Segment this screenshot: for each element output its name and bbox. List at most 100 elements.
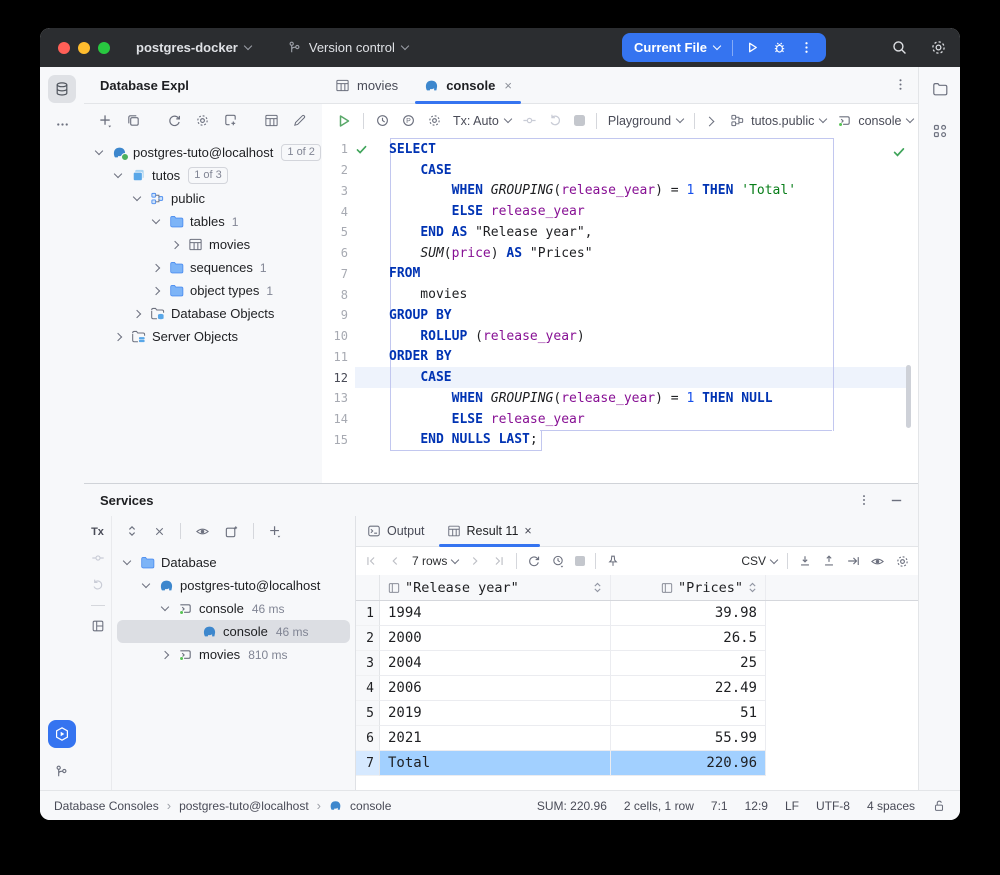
code-line-8[interactable]: 8 movies: [322, 284, 918, 305]
tree-item-console[interactable]: console46 ms: [112, 597, 355, 620]
cell[interactable]: 51: [611, 701, 766, 726]
commit-icon[interactable]: [91, 551, 105, 565]
code-line-11[interactable]: 11ORDER BY: [322, 347, 918, 368]
tree-item-postgres-tuto-localhost[interactable]: postgres-tuto@localhost: [112, 574, 355, 597]
table-row-7[interactable]: 7Total220.96: [356, 751, 918, 776]
tab-result-11[interactable]: Result 11 ×: [436, 516, 543, 546]
chevron-down-icon[interactable]: [120, 561, 134, 564]
more-tool-windows-icon[interactable]: [40, 117, 84, 132]
services-tool-window-button[interactable]: [48, 720, 76, 748]
cell[interactable]: 2004: [380, 651, 611, 676]
cell[interactable]: 22.49: [611, 676, 766, 701]
breadcrumb-item[interactable]: postgres-tuto@localhost: [179, 799, 309, 813]
breadcrumb-item[interactable]: console: [350, 799, 391, 813]
cell[interactable]: 2000: [380, 626, 611, 651]
code-line-12[interactable]: 12 CASE: [322, 367, 918, 388]
pin-tab-icon[interactable]: [606, 554, 620, 568]
line-number[interactable]: 3: [322, 184, 348, 198]
tree-item-server-objects[interactable]: Server Objects: [84, 325, 322, 348]
row-number[interactable]: 3: [356, 651, 380, 676]
column-header-release-year[interactable]: "Release year": [380, 575, 611, 600]
compare-with-icon[interactable]: [846, 554, 860, 568]
row-number[interactable]: 6: [356, 726, 380, 751]
maximize-window-button[interactable]: [98, 42, 110, 54]
rollback-icon[interactable]: [548, 113, 563, 128]
code-line-4[interactable]: 4 ELSE release_year: [322, 201, 918, 222]
code-line-6[interactable]: 6 SUM(price) AS "Prices": [322, 243, 918, 264]
chevron-down-icon[interactable]: [158, 607, 172, 610]
row-header-corner[interactable]: [356, 575, 380, 600]
line-number[interactable]: 12: [322, 371, 348, 385]
code-line-3[interactable]: 3 WHEN GROUPING(release_year) = 1 THEN '…: [322, 181, 918, 202]
tab-console[interactable]: console ×: [411, 67, 525, 103]
history-clock-icon[interactable]: [375, 113, 390, 128]
table-row-6[interactable]: 6202155.99: [356, 726, 918, 751]
sql-editor[interactable]: 1SELECT2 CASE3 WHEN GROUPING(release_yea…: [322, 137, 918, 486]
close-window-button[interactable]: [58, 42, 70, 54]
chevron-right-icon[interactable]: [111, 334, 125, 340]
split-layout-icon[interactable]: [91, 619, 105, 633]
cell[interactable]: 220.96: [611, 751, 766, 776]
table-row-5[interactable]: 5201951: [356, 701, 918, 726]
code-line-2[interactable]: 2 CASE: [322, 160, 918, 181]
line-number[interactable]: 4: [322, 205, 348, 219]
run-button[interactable]: [745, 40, 760, 55]
tree-item-movies[interactable]: movies810 ms: [112, 643, 355, 666]
table-row-4[interactable]: 4200622.49: [356, 676, 918, 701]
chevron-down-icon[interactable]: [111, 174, 125, 177]
indent-indicator[interactable]: 4 spaces: [867, 799, 915, 813]
row-number[interactable]: 5: [356, 701, 380, 726]
chevron-down-icon[interactable]: [92, 151, 106, 154]
collapse-close-icon[interactable]: [153, 525, 166, 538]
chevron-down-icon[interactable]: [149, 220, 163, 223]
tree-item-postgres-tuto-localhost[interactable]: postgres-tuto@localhost1 of 2: [84, 141, 322, 164]
cell[interactable]: 2006: [380, 676, 611, 701]
cell[interactable]: 55.99: [611, 726, 766, 751]
line-number[interactable]: 10: [322, 329, 348, 343]
more-actions-kebab-icon[interactable]: [799, 40, 814, 55]
code-line-1[interactable]: 1SELECT: [322, 139, 918, 160]
view-options-eye-icon[interactable]: [195, 524, 210, 539]
cell[interactable]: 1994: [380, 601, 611, 626]
table-view-button[interactable]: [264, 113, 279, 128]
tree-item-tutos[interactable]: tutos1 of 3: [84, 164, 322, 187]
previous-page-icon[interactable]: [388, 554, 402, 568]
column-header-prices[interactable]: "Prices": [611, 575, 766, 600]
open-in-new-frame-icon[interactable]: [224, 524, 239, 539]
editor-scrollbar[interactable]: [906, 365, 911, 428]
execute-button[interactable]: [336, 113, 352, 129]
auto-refresh-clock-icon[interactable]: [551, 554, 565, 568]
sort-icon[interactable]: [748, 582, 757, 593]
encoding-indicator[interactable]: UTF-8: [816, 799, 850, 813]
data-source-settings-gear-icon[interactable]: [195, 113, 210, 128]
breadcrumb-item[interactable]: Database Consoles: [54, 799, 159, 813]
chevron-right-icon[interactable]: [149, 288, 163, 294]
tab-output[interactable]: Output: [356, 516, 436, 546]
code-line-7[interactable]: 7FROM: [322, 264, 918, 285]
chevron-right-icon[interactable]: [168, 242, 182, 248]
view-options-eye-icon[interactable]: [870, 554, 885, 569]
last-page-icon[interactable]: [492, 554, 506, 568]
code-line-14[interactable]: 14 ELSE release_year: [322, 409, 918, 430]
cell[interactable]: 25: [611, 651, 766, 676]
commit-icon[interactable]: [522, 113, 537, 128]
line-number[interactable]: 9: [322, 308, 348, 322]
chevron-right-icon[interactable]: [130, 311, 144, 317]
download-icon[interactable]: [798, 554, 812, 568]
sort-icon[interactable]: [593, 582, 602, 593]
page-size-selector[interactable]: 7 rows: [412, 554, 458, 568]
tab-movies[interactable]: movies: [322, 67, 411, 103]
upload-icon[interactable]: [822, 554, 836, 568]
table-row-1[interactable]: 1199439.98: [356, 601, 918, 626]
close-tab-icon[interactable]: ×: [504, 78, 512, 93]
line-number[interactable]: 6: [322, 246, 348, 260]
tx-mode-selector[interactable]: Tx: Auto: [453, 114, 511, 128]
line-number[interactable]: 13: [322, 391, 348, 405]
export-format-selector[interactable]: CSV: [741, 554, 777, 568]
code-line-13[interactable]: 13 WHEN GROUPING(release_year) = 1 THEN …: [322, 388, 918, 409]
result-settings-gear-icon[interactable]: [895, 554, 910, 569]
line-number[interactable]: 5: [322, 225, 348, 239]
chevron-right-icon[interactable]: [706, 114, 713, 128]
database-tool-window-button[interactable]: [48, 75, 76, 103]
playground-selector[interactable]: Playground: [608, 114, 683, 128]
